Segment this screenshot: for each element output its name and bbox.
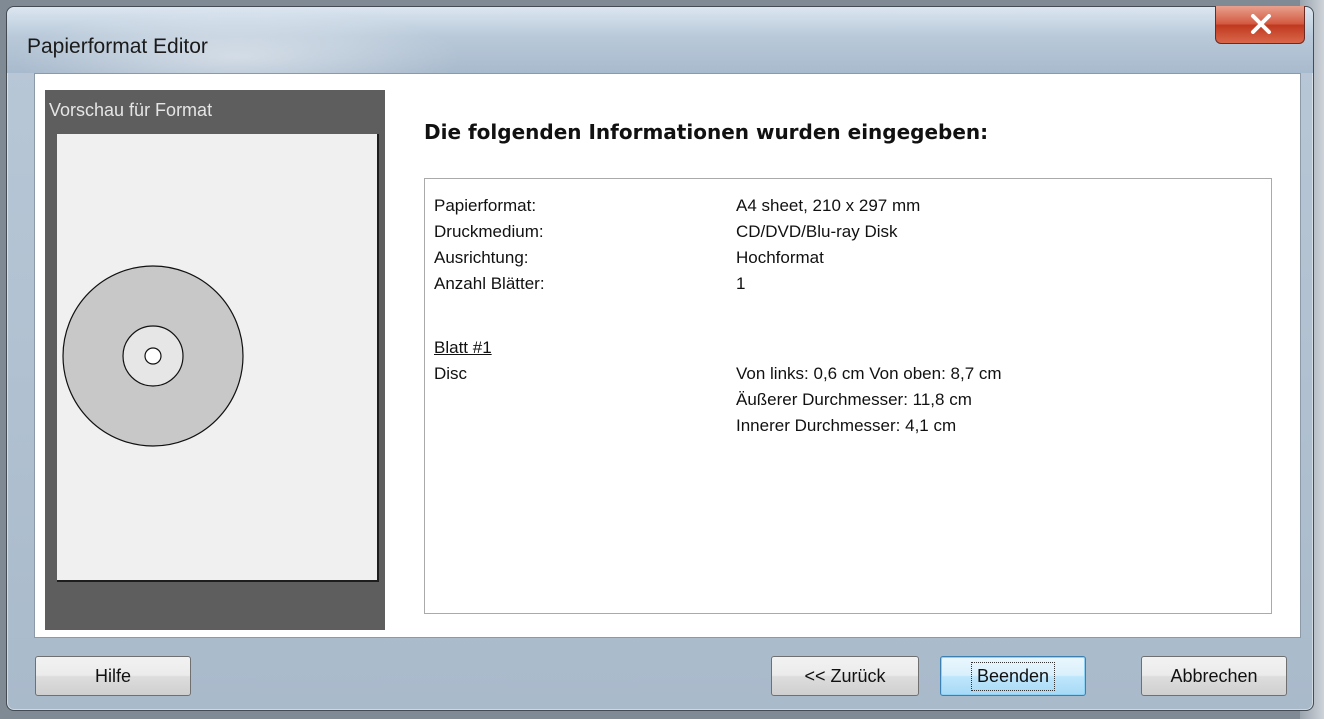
label-druckmedium: Druckmedium: — [434, 222, 544, 241]
window-title: Papierformat Editor — [27, 35, 208, 58]
help-button[interactable]: Hilfe — [35, 656, 191, 696]
cancel-button[interactable]: Abbrechen — [1141, 656, 1287, 696]
back-button-label: << Zurück — [804, 665, 886, 686]
value-papierformat: A4 sheet, 210 x 297 mm — [736, 196, 921, 215]
close-button[interactable] — [1215, 6, 1305, 44]
item-label-disc: Disc — [434, 364, 468, 383]
preview-panel: Vorschau für Format — [45, 90, 385, 630]
summary-box: Papierformat: A4 sheet, 210 x 297 mm Dru… — [424, 178, 1272, 614]
sheet-title: Blatt #1 — [434, 338, 492, 357]
value-anzahl-blaetter: 1 — [736, 274, 746, 293]
disc-position-value: Von links: 0,6 cm Von oben: 8,7 cm — [736, 364, 1002, 383]
disc-outer-diameter-value: Äußerer Durchmesser: 11,8 cm — [736, 390, 972, 409]
back-button[interactable]: << Zurück — [771, 656, 919, 696]
label-anzahl-blaetter: Anzahl Blätter: — [434, 274, 545, 293]
preview-sheet — [57, 134, 379, 582]
value-druckmedium: CD/DVD/Blu-ray Disk — [736, 222, 898, 241]
disc-preview-image — [62, 265, 244, 447]
close-icon — [1251, 14, 1271, 34]
dialog-content: Vorschau für Format Die folgenden Inform… — [34, 73, 1301, 638]
summary-heading: Die folgenden Informationen wurden einge… — [424, 120, 989, 144]
disc-center-hole — [144, 347, 162, 365]
label-papierformat: Papierformat: — [434, 196, 537, 215]
finish-button-label: Beenden — [970, 661, 1056, 691]
help-button-label: Hilfe — [94, 665, 131, 686]
dialog-window: Papierformat Editor Vorschau für Format … — [6, 6, 1314, 711]
cancel-button-label: Abbrechen — [1170, 665, 1258, 686]
disc-inner-diameter-value: Innerer Durchmesser: 4,1 cm — [736, 416, 957, 435]
label-ausrichtung: Ausrichtung: — [434, 248, 529, 267]
preview-label: Vorschau für Format — [49, 100, 213, 120]
title-bar[interactable]: Papierformat Editor — [7, 6, 1313, 73]
button-bar: Hilfe << Zurück Beenden Abbrechen — [7, 638, 1313, 710]
value-ausrichtung: Hochformat — [736, 248, 824, 267]
finish-button[interactable]: Beenden — [940, 656, 1086, 696]
